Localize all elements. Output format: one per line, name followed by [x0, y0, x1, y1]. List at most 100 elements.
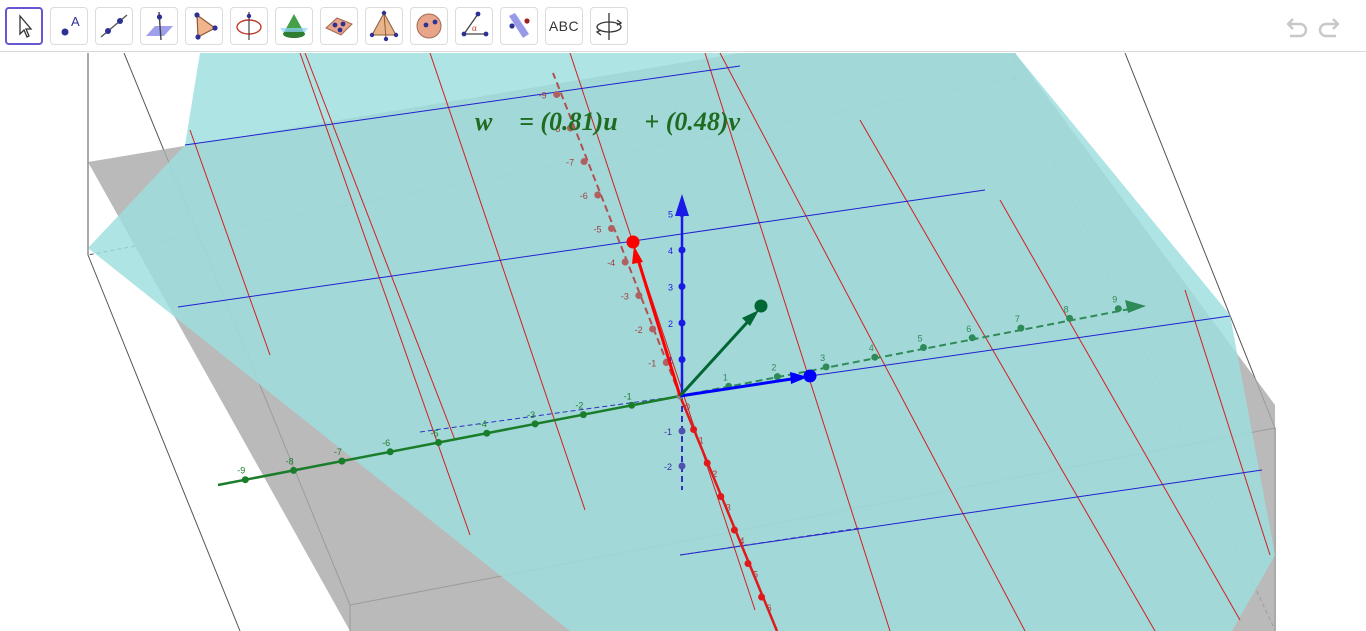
redo-button[interactable]: [1316, 12, 1346, 42]
axis-tick-label: 8: [1064, 304, 1069, 314]
perpendicular-line-tool-button[interactable]: [140, 7, 178, 45]
axis-tick: [920, 344, 927, 351]
axis-tick-label: -5: [431, 429, 439, 439]
axis-tick-label: 3: [726, 503, 731, 513]
axis-tick: [717, 493, 725, 500]
axis-tick: [386, 448, 394, 456]
axis-tick-label: -4: [607, 258, 615, 268]
axis-tick-label: 4: [739, 536, 744, 546]
axis-tick: [1066, 314, 1074, 322]
rotate-view-tool-button[interactable]: [590, 7, 628, 45]
pyramid-tool-button[interactable]: [365, 7, 403, 45]
pyramid-icon: [369, 10, 399, 42]
axis-tick: [608, 225, 615, 232]
axis-tick-label: -2: [635, 325, 643, 335]
text-tool-button[interactable]: ABC: [545, 7, 583, 45]
axis-tick-label: -1: [648, 359, 656, 369]
axis-tick: [628, 401, 636, 409]
axis-tick-label: 4: [668, 246, 673, 256]
axis-tick: [241, 476, 249, 484]
reflect-tool-button[interactable]: [500, 7, 538, 45]
axis-tick-label: 5: [753, 570, 758, 580]
axis-tick-label: 6: [767, 603, 772, 613]
line-through-two-points-icon: [100, 14, 128, 38]
undo-button[interactable]: [1280, 12, 1310, 42]
angle-tool-label: α: [472, 23, 477, 33]
vector-w-endpoint[interactable]: [754, 299, 768, 313]
axis-tick: [822, 363, 830, 371]
axis-tick-label: -1: [664, 427, 672, 437]
axis-tick: [290, 466, 298, 474]
sphere-center-point-icon: [416, 13, 442, 39]
vector-equation-formula: w⃗ = (0.81)u⃗ + (0.48)v⃗: [475, 107, 760, 136]
axis-tick: [483, 429, 491, 437]
axis-tick-label: -1: [624, 391, 632, 401]
axis-tick: [678, 462, 686, 470]
axis-tick: [678, 319, 686, 327]
axis-tick: [773, 373, 781, 381]
point-with-label-icon: A: [61, 14, 80, 36]
axis-tick: [678, 427, 686, 435]
circle-around-line-tool-button[interactable]: [230, 7, 268, 45]
axis-tick-label: 7: [1015, 314, 1020, 324]
axis-tick-label: 4: [869, 343, 874, 353]
axis-tick-label: 1: [723, 372, 728, 382]
vector-v-endpoint[interactable]: [803, 369, 817, 383]
plane-through-three-points-icon: [325, 17, 353, 36]
axis-tick-label: -8: [286, 456, 294, 466]
axis-tick-label: 0: [685, 402, 690, 412]
move-tool-button[interactable]: [5, 7, 43, 45]
axis-tick: [579, 411, 587, 419]
sphere-tool-button[interactable]: [410, 7, 448, 45]
axis-tick: [678, 246, 686, 254]
axis-tick-label: -5: [594, 225, 602, 235]
axis-tick: [338, 457, 346, 465]
intersect-surfaces-tool-button[interactable]: [275, 7, 313, 45]
point-tool-label: A: [71, 14, 80, 29]
toolbar: A α ABC: [0, 0, 1366, 52]
axis-tick: [594, 191, 602, 199]
axis-tick: [678, 283, 686, 290]
axis-tick: [678, 210, 686, 217]
axis-tick-label: -3: [527, 410, 535, 420]
axis-tick-label: 2: [712, 469, 717, 479]
circle-with-axis-icon: [236, 12, 262, 40]
axis-tick-label: -3: [621, 292, 629, 302]
line-perpendicular-to-plane-icon: [146, 11, 173, 41]
graphics-3d-view[interactable]: 0 1 2 3 4 5 6 -1 -2 -3 -4 -5 -6 -7 -8 -9 1 2 3 4 5 6 7 8 9 -1 -2 -…: [0, 53, 1366, 631]
line-tool-button[interactable]: [95, 7, 133, 45]
axis-tick-label: 6: [966, 324, 971, 334]
axis-tick: [968, 334, 976, 342]
point-tool-button[interactable]: A: [50, 7, 88, 45]
axis-tick-label: 5: [918, 334, 923, 344]
axis-tick: [580, 158, 588, 165]
axis-tick: [730, 526, 738, 534]
axis-tick-label: -2: [664, 462, 672, 472]
vector-u-endpoint[interactable]: [626, 235, 640, 249]
angle-tool-button[interactable]: α: [455, 7, 493, 45]
axis-tick: [531, 420, 539, 428]
triangle-polygon-icon: [194, 12, 218, 40]
axis-tick-label: -6: [580, 191, 588, 201]
axis-tick: [635, 292, 643, 299]
axis-tick-label: -4: [479, 419, 487, 429]
reflect-about-plane-icon: [509, 13, 530, 38]
axis-tick: [1017, 324, 1025, 332]
axis-tick: [703, 459, 711, 467]
axis-tick: [678, 356, 686, 363]
axis-tick: [758, 593, 766, 601]
angle-icon: α: [461, 11, 489, 37]
axis-tick-label: -6: [382, 438, 390, 448]
axis-tick-label: 1: [699, 436, 704, 446]
cone-intersection-icon: [280, 14, 308, 38]
axis-tick: [871, 353, 879, 361]
axis-tick: [1114, 305, 1122, 313]
axis-tick-label: 5: [668, 210, 673, 220]
polygon-tool-button[interactable]: [185, 7, 223, 45]
axis-tick: [744, 560, 752, 567]
plane-through-points-tool-button[interactable]: [320, 7, 358, 45]
axis-tick-label: 9: [1112, 295, 1117, 305]
axis-tick: [435, 439, 442, 446]
axis-tick: [621, 258, 629, 266]
axis-tick-label: -7: [334, 447, 342, 457]
